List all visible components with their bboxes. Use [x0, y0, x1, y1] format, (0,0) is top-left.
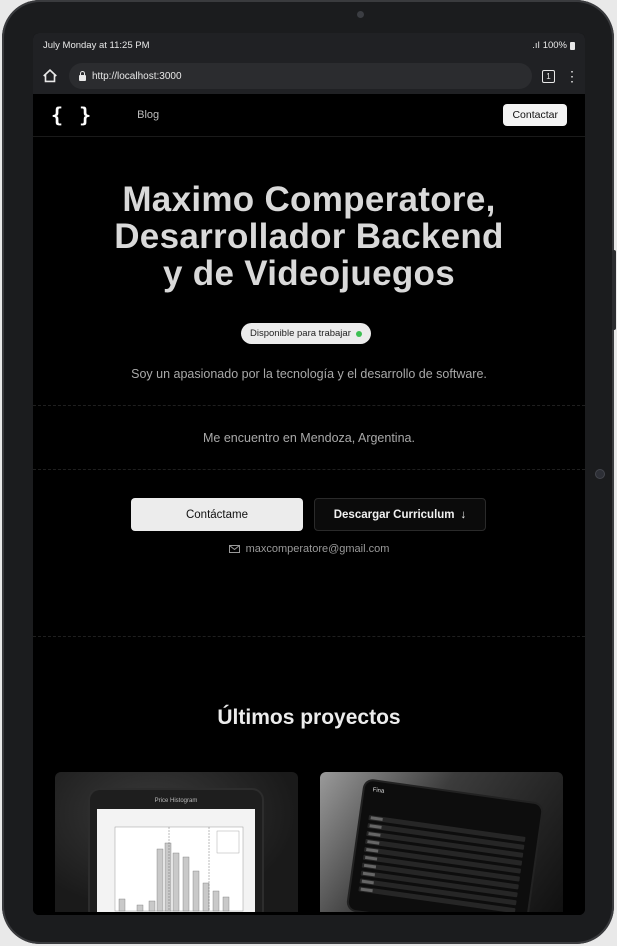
preview-caption: Fina — [372, 787, 385, 795]
website: { } Blog Contactar Maximo Comperatore, D… — [33, 94, 585, 915]
divider — [33, 405, 585, 406]
nav-link-blog[interactable]: Blog — [137, 109, 159, 121]
more-menu-icon[interactable]: ⋮ — [565, 69, 579, 83]
front-camera — [357, 11, 364, 18]
nav-contact-button[interactable]: Contactar — [503, 104, 567, 126]
url-text: http://localhost:3000 — [92, 70, 182, 82]
screen: July Monday at 11:25 PM .ıl 100% http://… — [33, 33, 585, 915]
tab-switcher-button[interactable]: 1 — [542, 69, 555, 83]
email-text: maxcomperatore@gmail.com — [245, 543, 390, 555]
status-dot-icon — [355, 330, 362, 337]
home-icon[interactable] — [41, 67, 59, 85]
divider — [33, 636, 585, 637]
browser-toolbar: http://localhost:3000 1 ⋮ — [33, 58, 585, 94]
side-sensor — [596, 470, 604, 478]
lock-icon — [79, 70, 86, 81]
status-bar: July Monday at 11:25 PM .ıl 100% — [33, 33, 585, 58]
project-preview-image: Price Histogram — [90, 790, 262, 912]
email-link[interactable]: maxcomperatore@gmail.com — [33, 543, 585, 555]
mail-icon — [228, 545, 240, 553]
hero-title-line: y de Videojuegos — [162, 254, 455, 293]
arrow-down-icon: ↓ — [460, 508, 467, 521]
contact-me-button[interactable]: Contáctame — [131, 498, 303, 531]
histogram-thumbnail — [114, 826, 244, 912]
site-navbar: { } Blog Contactar — [33, 94, 585, 137]
project-preview-image: Fina — [347, 780, 543, 912]
hero-title-line: Maximo Comperatore, — [122, 180, 496, 219]
project-card[interactable]: Fina — [320, 772, 563, 912]
availability-badge: Disponible para trabajar — [241, 323, 371, 344]
hero-title: Maximo Comperatore, Desarrollador Backen… — [33, 181, 585, 292]
projects-heading: Últimos proyectos — [217, 706, 401, 729]
battery-level: 100% — [542, 40, 567, 51]
status-right: .ıl 100% — [532, 40, 575, 51]
hero-title-line: Desarrollador Backend — [114, 217, 504, 256]
volume-button — [612, 250, 616, 330]
status-time: July Monday at 11:25 PM — [43, 40, 150, 51]
download-cv-button[interactable]: Descargar Curriculum ↓ — [314, 498, 486, 531]
histogram-preview — [97, 809, 255, 912]
site-logo[interactable]: { } — [51, 103, 93, 127]
availability-label: Disponible para trabajar — [250, 328, 351, 339]
address-bar[interactable]: http://localhost:3000 — [69, 63, 532, 89]
hero-location: Me encuentro en Mendoza, Argentina. — [203, 431, 415, 445]
battery-icon — [570, 41, 575, 50]
download-cv-label: Descargar Curriculum — [333, 508, 455, 521]
divider — [33, 469, 585, 470]
signal-icon: .ıl — [532, 40, 540, 51]
preview-caption: Price Histogram — [154, 798, 198, 804]
hero-tagline: Soy un apasionado por la tecnología y el… — [131, 367, 487, 381]
project-card[interactable]: Price Histogram — [55, 772, 298, 912]
